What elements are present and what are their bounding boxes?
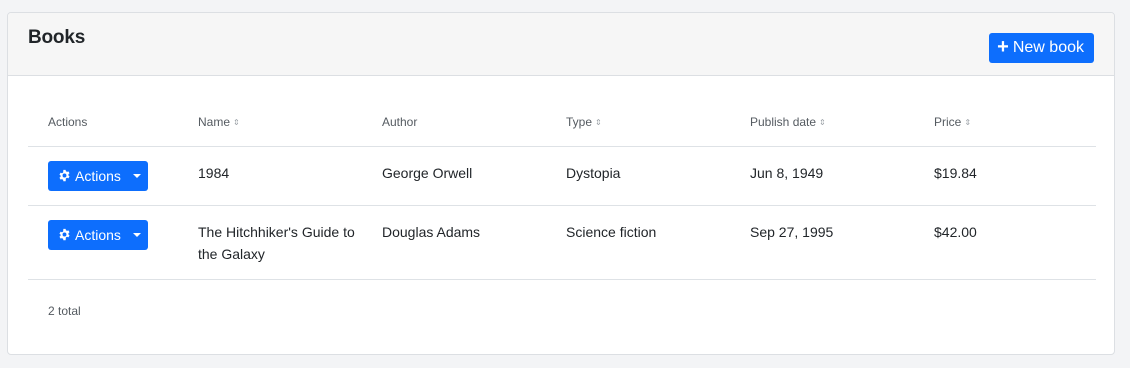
total-count: 2 total: [48, 304, 81, 318]
actions-dropdown-button[interactable]: Actions: [48, 219, 148, 250]
cell-actions: Actions: [28, 205, 178, 280]
cell-actions: Actions: [28, 146, 178, 206]
cell-publish-date: Jun 8, 1949: [730, 146, 914, 206]
gear-icon: [59, 228, 70, 241]
column-header-price[interactable]: Price ⇕: [914, 98, 1096, 147]
sort-icon[interactable]: ⇕: [233, 118, 240, 127]
column-header-type[interactable]: Type ⇕: [546, 98, 730, 147]
cell-price: $42.00: [914, 205, 1096, 280]
table-row: Actions 1984 George Orwell Dystopia Jun …: [28, 146, 1096, 206]
cell-publish-date: Sep 27, 1995: [730, 205, 914, 280]
cell-author: George Orwell: [362, 146, 546, 206]
cell-author: Douglas Adams: [362, 205, 546, 280]
new-book-button[interactable]: + New book: [989, 33, 1094, 63]
cell-name: 1984: [178, 146, 362, 206]
sort-icon[interactable]: ⇕: [819, 118, 826, 127]
plus-icon: +: [997, 36, 1009, 58]
page-title: Books: [28, 27, 86, 48]
column-header-author: Author: [362, 98, 546, 147]
cell-price: $19.84: [914, 146, 1096, 206]
cell-type: Science fiction: [546, 205, 730, 280]
column-header-actions: Actions: [28, 98, 178, 147]
new-book-label: New book: [1012, 39, 1084, 56]
table-row: Actions The Hitchhiker's Guide to the Ga…: [28, 205, 1096, 280]
cell-name: The Hitchhiker's Guide to the Galaxy: [178, 205, 362, 280]
books-table: Actions Name ⇕ Author Type ⇕ Publish date ⇕…: [28, 98, 1096, 280]
caret-down-icon: [132, 232, 141, 237]
table-header-row: Actions Name ⇕ Author Type ⇕ Publish date ⇕…: [28, 98, 1096, 147]
gear-icon: [59, 169, 70, 182]
books-card: Books + New book Actions Name ⇕ Author Ty…: [7, 12, 1115, 355]
sort-icon[interactable]: ⇕: [595, 118, 602, 127]
sort-icon[interactable]: ⇕: [964, 118, 971, 127]
column-header-name[interactable]: Name ⇕: [178, 98, 362, 147]
column-header-publish-date[interactable]: Publish date ⇕: [730, 98, 914, 147]
actions-label: Actions: [75, 226, 121, 243]
actions-label: Actions: [75, 167, 121, 184]
card-header: Books + New book: [8, 13, 1114, 76]
actions-dropdown-button[interactable]: Actions: [48, 160, 148, 191]
cell-type: Dystopia: [546, 146, 730, 206]
caret-down-icon: [132, 173, 141, 178]
